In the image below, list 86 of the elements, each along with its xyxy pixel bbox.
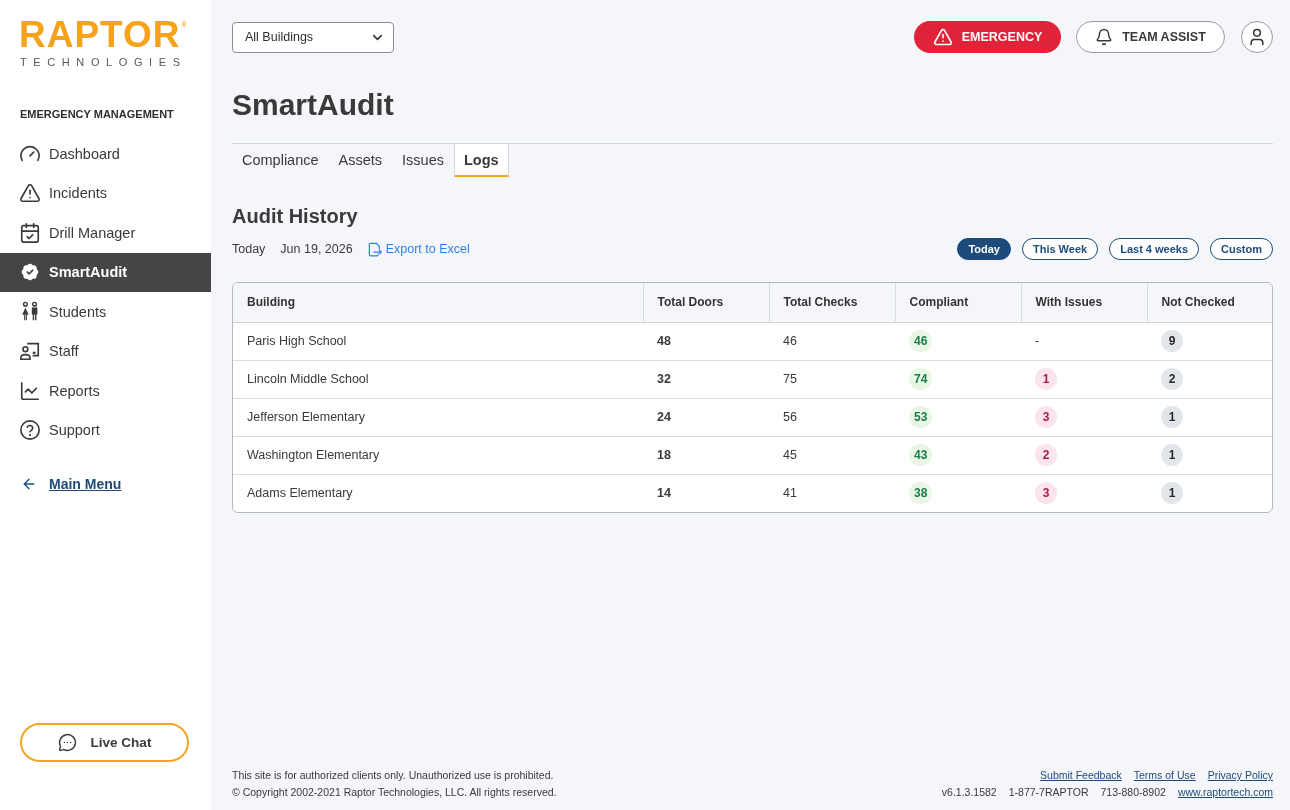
- table-cell: 75: [769, 360, 895, 398]
- team-assist-button[interactable]: TEAM ASSIST: [1076, 21, 1225, 53]
- column-header: Building: [233, 283, 643, 322]
- chat-bubble-icon: [57, 733, 77, 752]
- table-cell: Jefferson Elementary: [233, 398, 643, 436]
- compliant-count: 43: [909, 444, 933, 466]
- column-header: With Issues: [1021, 283, 1147, 322]
- building-select[interactable]: All Buildings: [232, 21, 394, 53]
- period-label: Today: [232, 242, 266, 256]
- footer-detail: 713-880-8902: [1100, 785, 1166, 800]
- footer-notice: This site is for authorized clients only. Unauthorized use is prohibited.: [232, 768, 555, 783]
- footer-detail: v6.1.3.1582: [941, 785, 997, 800]
- table-cell: 45: [769, 436, 895, 474]
- range-filter[interactable]: Last 4 weeks: [1109, 238, 1200, 260]
- table-cell: 24: [643, 398, 769, 436]
- column-header: Not Checked: [1147, 283, 1272, 322]
- export-link[interactable]: Export to Excel: [367, 241, 470, 257]
- nav-item[interactable]: Staff: [0, 331, 211, 371]
- unchecked-count: 1: [1161, 406, 1183, 428]
- live-chat-button[interactable]: Live Chat: [20, 723, 189, 762]
- main-menu-link[interactable]: Main Menu: [21, 474, 122, 494]
- column-header: Total Doors: [643, 283, 769, 322]
- help-icon: [19, 419, 41, 442]
- calendar-check-icon: [19, 221, 41, 244]
- table-cell: Adams Elementary: [233, 474, 643, 512]
- table-cell: Paris High School: [233, 322, 643, 360]
- tab[interactable]: Issues: [392, 144, 454, 177]
- unchecked-count: 2: [1161, 368, 1183, 390]
- table-cell: 18: [643, 436, 769, 474]
- warning-icon: [932, 27, 953, 47]
- footer-link[interactable]: Privacy Policy: [1207, 767, 1273, 784]
- table-cell: 41: [769, 474, 895, 512]
- column-header: Total Checks: [769, 283, 895, 322]
- table-cell: 46: [769, 322, 895, 360]
- person-board-icon: [19, 340, 41, 363]
- issue-count: 3: [1035, 406, 1057, 428]
- table-cell: Washington Elementary: [233, 436, 643, 474]
- compliant-count: 38: [909, 482, 933, 505]
- tab[interactable]: Compliance: [232, 144, 329, 177]
- tab[interactable]: Logs: [454, 144, 509, 177]
- range-filter[interactable]: Custom: [1210, 238, 1273, 260]
- range-filter[interactable]: Today: [957, 238, 1011, 260]
- unchecked-count: 9: [1161, 330, 1183, 352]
- issue-count: 3: [1035, 482, 1057, 505]
- warning-icon: [19, 182, 41, 205]
- footer-link[interactable]: Terms of Use: [1133, 767, 1196, 784]
- table-cell: 48: [643, 322, 769, 360]
- table-cell: -: [1021, 322, 1147, 360]
- issue-count: 2: [1035, 444, 1057, 466]
- table-cell: Lincoln Middle School: [233, 360, 643, 398]
- logo-tagline: TECHNOLOGIES: [19, 56, 187, 69]
- profile-button[interactable]: [1241, 21, 1273, 53]
- table-cell: 56: [769, 398, 895, 436]
- tab[interactable]: Assets: [328, 144, 393, 177]
- table-cell: 32: [643, 360, 769, 398]
- range-filter[interactable]: This Week: [1021, 238, 1099, 260]
- unchecked-count: 1: [1161, 444, 1183, 466]
- logo-wordmark: RAPTOR$^{®}$: [19, 20, 188, 50]
- section-heading: Audit History: [232, 205, 359, 227]
- footer-notice: © Copyright 2002-2021 Raptor Technologies, LLC. All rights reserved.: [232, 785, 557, 800]
- unchecked-count: 1: [1161, 482, 1183, 505]
- date-label: Jun 19, 2026: [280, 242, 353, 256]
- user-icon: [1247, 27, 1267, 47]
- footer-link[interactable]: Submit Feedback: [1040, 767, 1122, 784]
- page-title: SmartAudit: [232, 87, 395, 123]
- emergency-button[interactable]: EMERGENCY: [914, 21, 1061, 53]
- compliant-count: 74: [909, 368, 933, 390]
- compliant-count: 46: [909, 330, 933, 352]
- nav-item[interactable]: Dashboard: [0, 134, 211, 174]
- nav-item[interactable]: Students: [0, 292, 211, 332]
- nav-item[interactable]: Drill Manager: [0, 213, 211, 253]
- file-export-icon: [367, 241, 382, 257]
- column-header: Compliant: [895, 283, 1021, 322]
- compliant-count: 53: [909, 406, 933, 428]
- website-link[interactable]: www.raptortech.com: [1177, 784, 1273, 801]
- section-title: EMERGENCY MANAGEMENT: [20, 107, 175, 121]
- bell-icon: [1095, 28, 1114, 46]
- nav-item[interactable]: Support: [0, 410, 211, 450]
- nav-item[interactable]: Incidents: [0, 173, 211, 213]
- nav-item[interactable]: Reports: [0, 371, 211, 411]
- nav-item[interactable]: SmartAudit: [0, 252, 211, 292]
- table-cell: 14: [643, 474, 769, 512]
- footer-detail: 1-877-7RAPTOR: [1008, 785, 1089, 800]
- line-chart-icon: [19, 379, 41, 402]
- badge-check-icon: [19, 261, 41, 284]
- issue-count: 1: [1035, 368, 1057, 390]
